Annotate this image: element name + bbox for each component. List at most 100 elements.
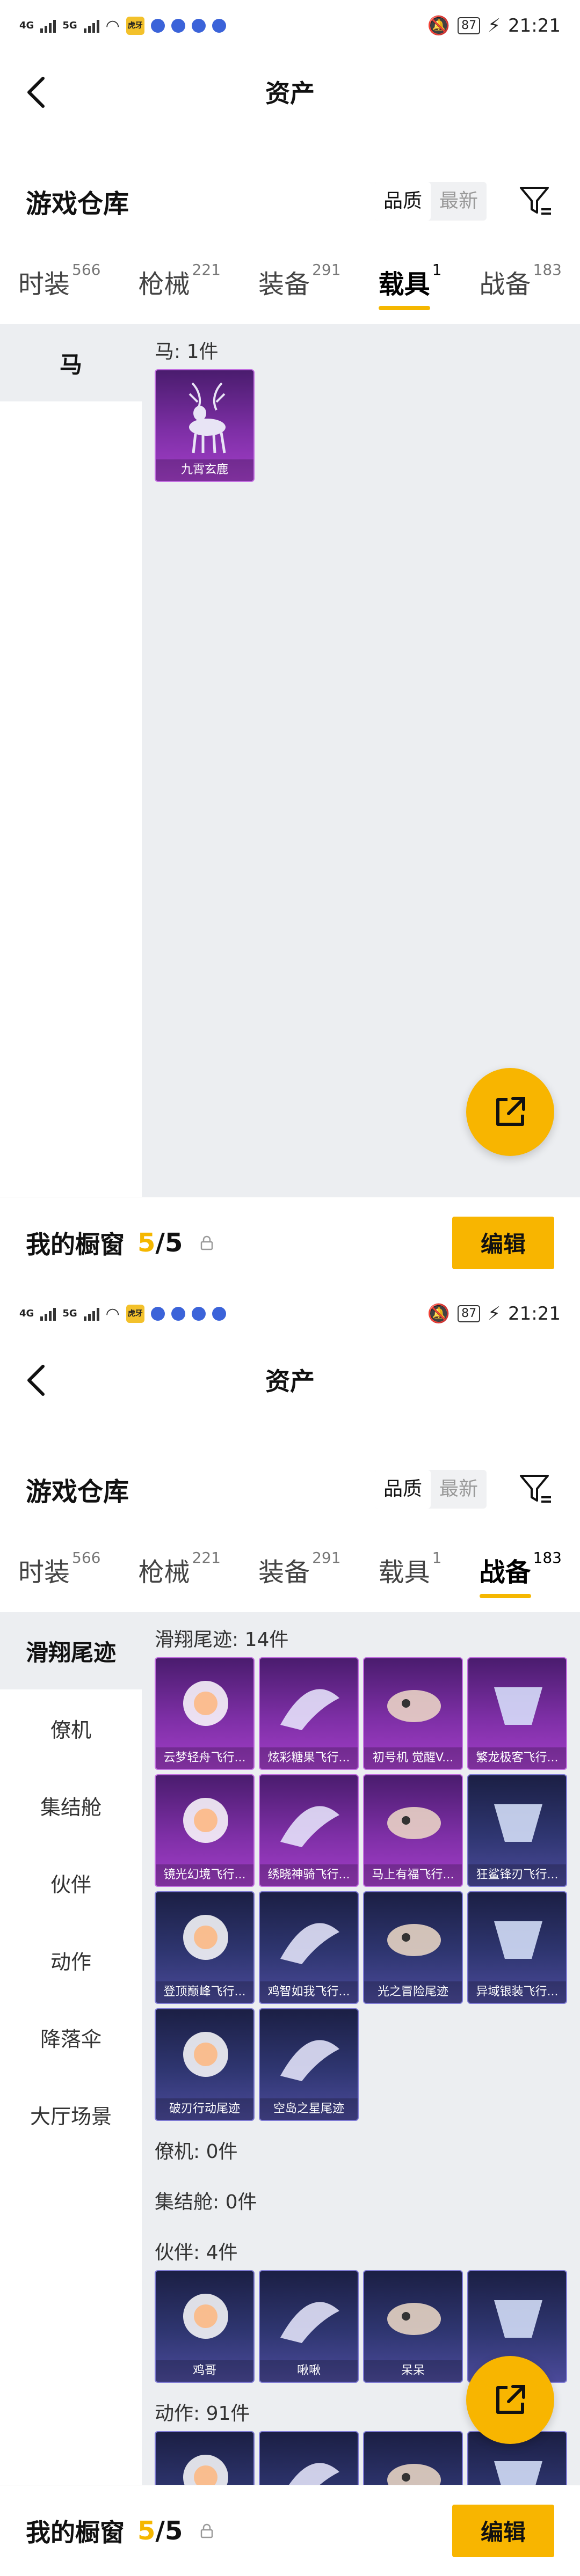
app-badge: 虎牙	[126, 17, 144, 35]
item-card[interactable]: 马上有福飞行...	[363, 1774, 463, 1887]
status-bar: 4G 5G ◠ 虎牙 🔕 87 ⚡ 21:21	[0, 0, 580, 52]
item-name: 马上有福飞行...	[364, 1864, 462, 1886]
item-card[interactable]: 鸡哥	[155, 2270, 255, 2383]
item-name: 啾啾	[260, 2360, 358, 2382]
sort-latest-button[interactable]: 最新	[431, 182, 487, 221]
share-button[interactable]	[466, 2356, 554, 2444]
notification-dot-icon	[191, 19, 206, 33]
share-button[interactable]	[466, 1068, 554, 1156]
wing-icon	[183, 1915, 228, 1960]
filter-icon[interactable]	[517, 182, 554, 220]
item-card[interactable]	[259, 2431, 359, 2485]
item-card[interactable]: 狂鲨锋刃飞行...	[467, 1774, 567, 1887]
tab-guns[interactable]: 枪械 221	[139, 261, 221, 301]
item-card[interactable]: 九霄玄鹿	[155, 369, 255, 482]
candy-icon	[280, 1689, 339, 1730]
item-card[interactable]: 炫彩糖果飞行...	[259, 1657, 359, 1770]
item-card[interactable]: 异域银装飞行...	[467, 1891, 567, 2004]
item-card[interactable]: 破刃行动尾迹	[155, 2008, 255, 2121]
screen-vehicles: 4G 5G ◠ 虎牙 🔕 87 ⚡ 21:21 资产 游戏仓库 品质 最新 时装…	[0, 0, 580, 1288]
warehouse-header: 游戏仓库 品质 最新	[26, 1465, 554, 1513]
notification-dot-icon	[150, 19, 165, 33]
tab-fashion[interactable]: 时装 566	[18, 1549, 100, 1589]
showcase-count: 5/5	[137, 1227, 183, 1258]
notification-dot-icon	[171, 1307, 185, 1321]
tab-combat-gear[interactable]: 战备 183	[479, 1549, 562, 1598]
item-card[interactable]: 镜光幻境飞行...	[155, 1774, 255, 1887]
tab-equipment[interactable]: 装备 291	[258, 1549, 340, 1589]
item-grid: 云梦轻舟飞行... 炫彩糖果飞行... 初号机 觉醒V... 繁龙极客飞行... 镜光幻…	[155, 1657, 567, 2121]
item-name: 初号机 觉醒V...	[364, 1747, 462, 1769]
action-icon	[183, 2455, 228, 2485]
section-title: 伙伴: 4件	[155, 2242, 238, 2264]
item-card[interactable]: 啾啾	[259, 2270, 359, 2383]
filter-icon[interactable]	[517, 1470, 554, 1508]
signal-icon	[83, 1307, 99, 1321]
sidebar-item-parachute[interactable]: 降落伞	[0, 1999, 142, 2076]
sidebar-item-glide-trail[interactable]: 滑翔尾迹	[0, 1612, 142, 1689]
item-card[interactable]: 绣晓神骑飞行...	[259, 1774, 359, 1887]
item-card[interactable]: 登顶巅峰飞行...	[155, 1891, 255, 2004]
sidebar-item-pod[interactable]: 集结舱	[0, 1767, 142, 1844]
edit-button[interactable]: 编辑	[452, 1216, 554, 1269]
tab-fashion[interactable]: 时装 566	[18, 261, 100, 301]
item-card[interactable]	[363, 2431, 463, 2485]
action-icon	[387, 2464, 441, 2485]
showcase-bar: 我的橱窗 5/5 编辑	[0, 1197, 580, 1288]
charging-icon: ⚡	[488, 1303, 501, 1324]
mute-icon: 🔕	[427, 15, 451, 36]
trail-icon	[387, 1924, 441, 1956]
page-title: 资产	[265, 1367, 315, 1396]
tab-combat-gear[interactable]: 战备 183	[480, 261, 562, 301]
sort-quality-button[interactable]: 品质	[374, 182, 431, 221]
sidebar-item-lobby[interactable]: 大厅场景	[0, 2076, 142, 2153]
item-grid: 九霄玄鹿	[155, 369, 567, 482]
item-card[interactable]: 光之冒险尾迹	[363, 1891, 463, 2004]
back-arrow-icon[interactable]	[21, 1359, 54, 1402]
sort-quality-button[interactable]: 品质	[374, 1470, 431, 1509]
tab-vehicles[interactable]: 载具 1	[378, 261, 441, 310]
item-card[interactable]	[155, 2431, 255, 2485]
clock: 21:21	[508, 1303, 561, 1324]
item-card[interactable]: 呆呆	[363, 2270, 463, 2383]
section-title: 马: 1件	[155, 341, 219, 363]
lock-icon	[201, 2523, 213, 2538]
action-icon	[494, 2461, 542, 2485]
notification-dot-icon	[150, 1307, 165, 1321]
warehouse-header: 游戏仓库 品质 最新	[26, 177, 554, 225]
clock: 21:21	[508, 15, 561, 36]
knight-icon	[494, 2300, 542, 2338]
notification-dot-icon	[191, 1307, 206, 1321]
tab-guns[interactable]: 枪械 221	[139, 1549, 221, 1589]
signal-icon	[40, 19, 56, 33]
tab-equipment[interactable]: 装备 291	[258, 261, 340, 301]
item-card[interactable]: 云梦轻舟飞行...	[155, 1657, 255, 1770]
sidebar-item-wingman[interactable]: 僚机	[0, 1689, 142, 1767]
item-card[interactable]: 繁龙极客飞行...	[467, 1657, 567, 1770]
shark-icon	[494, 1804, 542, 1842]
item-list: 马: 1件 九霄玄鹿	[142, 324, 580, 1197]
chick-icon	[387, 2303, 441, 2335]
share-icon	[496, 2385, 525, 2414]
rainbow-trail-icon	[183, 2032, 228, 2077]
tab-vehicles[interactable]: 载具 1	[379, 1549, 442, 1589]
sidebar-item-companion[interactable]: 伙伴	[0, 1844, 142, 1921]
warehouse-title: 游戏仓库	[26, 1477, 129, 1507]
item-card[interactable]: 初号机 觉醒V...	[363, 1657, 463, 1770]
showcase-label: 我的橱窗	[26, 1230, 125, 1259]
sort-latest-button[interactable]: 最新	[431, 1470, 487, 1509]
section-title: 滑翔尾迹: 14件	[155, 1629, 289, 1651]
network-label: 4G	[19, 20, 34, 31]
lamp-icon	[183, 1681, 228, 1726]
edit-button[interactable]: 编辑	[452, 2504, 554, 2557]
showcase-count: 5/5	[137, 2515, 183, 2546]
item-card[interactable]: 空岛之星尾迹	[259, 2008, 359, 2121]
sidebar-item-emote[interactable]: 动作	[0, 1921, 142, 1999]
sidebar-item-horse[interactable]: 马	[0, 324, 142, 401]
item-card[interactable]: 鸡智如我飞行...	[259, 1891, 359, 2004]
notification-dot-icon	[212, 1307, 226, 1321]
wifi-icon: ◠	[105, 16, 120, 35]
item-name: 绣晓神骑飞行...	[260, 1864, 358, 1886]
share-icon	[496, 1097, 525, 1126]
back-arrow-icon[interactable]	[21, 71, 54, 114]
